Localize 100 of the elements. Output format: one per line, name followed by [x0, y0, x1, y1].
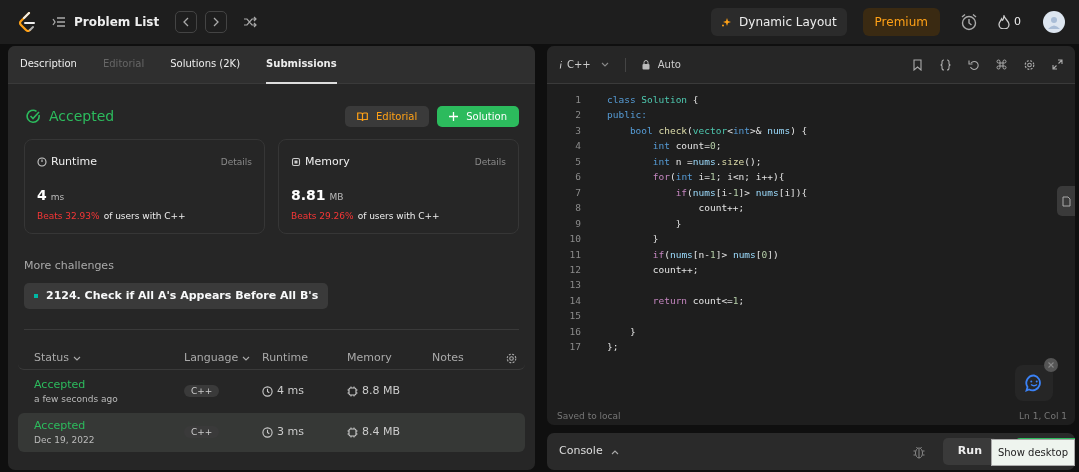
- clock-icon: [262, 386, 273, 397]
- bookmark-icon[interactable]: [912, 58, 923, 71]
- line-number: 12: [568, 263, 581, 277]
- flame-icon: [998, 15, 1010, 29]
- chip-icon: [347, 427, 358, 438]
- console-toggle[interactable]: Console: [559, 443, 619, 460]
- notes-side-button[interactable]: [1057, 186, 1075, 216]
- stat-value: 8.81: [291, 185, 326, 205]
- chevron-right-icon: [212, 17, 221, 27]
- memory-value: 8.4 MB: [362, 424, 401, 441]
- runtime-value: 3 ms: [277, 424, 304, 441]
- code-line: }: [651, 232, 659, 247]
- chevron-up-icon: [610, 448, 619, 455]
- mode-label[interactable]: Auto: [657, 57, 681, 72]
- info-icon: [559, 60, 563, 69]
- check-circle-icon: [26, 109, 41, 124]
- tab[interactable]: Description: [20, 46, 77, 84]
- compiler-selector[interactable]: C++: [559, 57, 609, 72]
- code-line: int count=0;: [651, 139, 722, 154]
- stat-value: 4: [37, 185, 47, 205]
- line-number: 3: [574, 123, 581, 138]
- code-line: }: [628, 324, 636, 339]
- streak-counter[interactable]: 0: [998, 13, 1021, 31]
- beats-percentage: Beats 32.93%: [37, 209, 100, 223]
- line-number: 15: [568, 309, 581, 324]
- line-number: 1: [574, 93, 581, 107]
- stat-label: Runtime: [51, 154, 97, 170]
- tab[interactable]: Solutions (2K): [170, 46, 241, 84]
- submission-time: Dec 19, 2022: [34, 434, 96, 447]
- submission-time: a few seconds ago: [34, 393, 119, 406]
- code-line: if(nums[i-1]> nums[i]){: [674, 185, 808, 200]
- chip-icon: [347, 386, 358, 397]
- cursor-position: Ln 1, Col 1: [1019, 409, 1067, 423]
- submission-status[interactable]: Accepted: [34, 376, 184, 393]
- details-link[interactable]: Details: [220, 155, 252, 169]
- column-header[interactable]: Language: [184, 350, 262, 367]
- stat-unit: ms: [50, 190, 65, 204]
- bug-icon[interactable]: [912, 444, 925, 459]
- shuffle-icon[interactable]: [243, 16, 258, 28]
- line-number: 10: [568, 232, 581, 247]
- alarm-clock-icon[interactable]: [960, 13, 978, 31]
- code-line: return count<=1;: [651, 293, 745, 308]
- code-line: if(nums[n-1]> nums[0]): [651, 247, 779, 262]
- page-title[interactable]: Problem List: [74, 13, 160, 31]
- lock-icon: [641, 59, 650, 70]
- chevron-down-icon: [600, 61, 609, 68]
- book-icon: [356, 112, 368, 121]
- dynamic-layout-button[interactable]: Dynamic Layout: [711, 8, 847, 36]
- braces-icon[interactable]: [940, 58, 951, 71]
- logo-icon[interactable]: [18, 12, 36, 32]
- undo-icon[interactable]: [968, 58, 979, 71]
- editorial-button[interactable]: Editorial: [344, 106, 430, 127]
- settings-icon[interactable]: [1024, 58, 1035, 71]
- premium-button[interactable]: Premium: [862, 8, 940, 36]
- chevron-left-icon: [182, 17, 191, 27]
- runtime-value: 4 ms: [277, 383, 304, 400]
- next-button[interactable]: [205, 11, 228, 33]
- line-number: 16: [568, 324, 581, 339]
- beats-description: of users with C++: [103, 209, 186, 223]
- avatar-icon[interactable]: [1043, 11, 1065, 33]
- line-number: 9: [574, 216, 581, 231]
- clock-icon: [262, 427, 273, 438]
- line-number: 2: [574, 108, 581, 123]
- tab[interactable]: Submissions: [266, 46, 337, 84]
- line-number: 8: [574, 201, 581, 216]
- details-link[interactable]: Details: [474, 155, 506, 169]
- stat-label: Memory: [305, 154, 350, 170]
- submission-row[interactable]: Accepted a few seconds ago C++ 4 ms 8.8 MB: [18, 372, 525, 411]
- plus-icon: [449, 112, 459, 121]
- code-line: count++;: [697, 201, 745, 216]
- tooltip: Show desktop: [990, 439, 1075, 466]
- previous-button[interactable]: [175, 11, 198, 33]
- line-number: 6: [574, 170, 581, 185]
- line-number: 11: [568, 247, 581, 262]
- column-header: Memory: [347, 351, 392, 365]
- code-line: for(int i=1; i<n; i++){: [651, 170, 785, 185]
- section-heading: More challenges: [24, 258, 115, 274]
- column-header: Runtime: [262, 351, 308, 365]
- submission-row[interactable]: Accepted Dec 19, 2022 C++ 3 ms 8.4 MB: [18, 413, 525, 452]
- memory-value: 8.8 MB: [362, 383, 401, 400]
- column-header: Notes: [432, 351, 464, 365]
- command-icon[interactable]: [996, 58, 1007, 71]
- line-number: 17: [568, 340, 581, 355]
- status-text: Accepted: [49, 107, 115, 126]
- list-icon[interactable]: [52, 16, 66, 28]
- code-line: int n =nums.size();: [651, 154, 762, 169]
- language-tag: C++: [184, 426, 220, 439]
- submission-status[interactable]: Accepted: [34, 417, 184, 434]
- clock-icon: [37, 157, 47, 168]
- challenge-chip[interactable]: 2124. Check if All A's Appears Before All B's: [24, 282, 329, 309]
- settings-icon[interactable]: [506, 353, 517, 364]
- beats-percentage: Beats 29.26%: [291, 209, 354, 223]
- chat-button[interactable]: [1015, 365, 1053, 401]
- close-icon[interactable]: [1044, 358, 1058, 372]
- stat-unit: MB: [329, 190, 344, 204]
- expand-icon[interactable]: [1052, 58, 1063, 71]
- code-line: count++;: [651, 263, 699, 277]
- save-status: Saved to local: [557, 409, 621, 423]
- code-line: class Solution {: [606, 93, 699, 107]
- column-header[interactable]: Status: [34, 350, 184, 367]
